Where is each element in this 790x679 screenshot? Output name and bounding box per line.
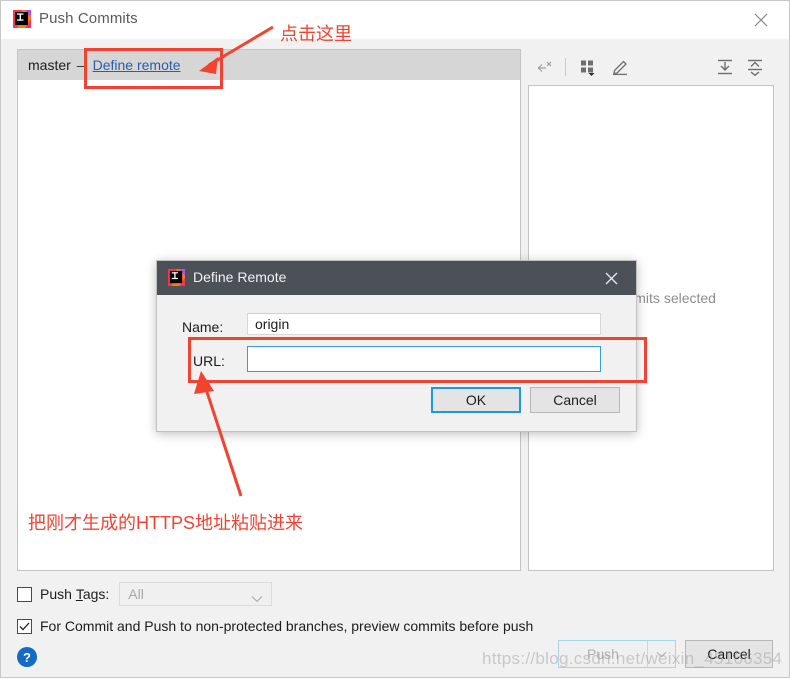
push-commits-window: Push Commits master – Define remote No c… [0,0,790,678]
branch-separator: – [76,57,85,73]
close-icon[interactable] [594,261,628,295]
dialog-cancel-button[interactable]: Cancel [530,387,620,413]
push-tags-row: Push Tags: All [17,582,273,608]
name-input[interactable]: origin [247,313,601,335]
watermark-text: https://blog.csdn.net/weixin_45166354 [482,649,783,668]
define-remote-dialog: Define Remote Name: origin URL: OK Cance… [156,260,637,432]
define-remote-link[interactable]: Define remote [93,57,181,73]
collapse-selection-icon[interactable] [532,55,558,79]
close-icon[interactable] [739,1,783,39]
chevron-down-icon [251,590,263,608]
preview-commits-checkbox[interactable] [17,618,32,634]
intellij-idea-icon [13,10,31,28]
define-remote-body: Name: origin URL: OK Cancel [157,295,636,431]
ok-button[interactable]: OK [431,387,521,413]
define-remote-title: Define Remote [193,269,287,285]
preview-commits-row: For Commit and Push to non-protected bra… [17,615,533,637]
name-field-label: Name: [182,319,224,335]
window-titlebar: Push Commits [1,1,789,39]
define-remote-titlebar: Define Remote [157,261,636,295]
preview-commits-label: For Commit and Push to non-protected bra… [40,618,534,634]
help-button[interactable]: ? [17,647,37,667]
edit-icon[interactable] [608,55,634,79]
branch-name: master [28,57,71,73]
collapse-all-icon[interactable] [742,55,768,79]
expand-all-icon[interactable] [712,55,738,79]
push-tags-checkbox[interactable] [17,586,32,602]
push-tags-select[interactable]: All [119,582,273,608]
branch-row[interactable]: master – Define remote [18,50,520,80]
url-input[interactable] [247,346,601,372]
window-title: Push Commits [39,10,138,27]
url-field-label: URL: [193,353,225,369]
details-toolbar [528,49,774,85]
group-by-icon[interactable] [576,55,602,79]
intellij-idea-icon [168,269,185,286]
push-tags-label: Push Tags: [40,586,110,602]
toolbar-separator [565,58,566,76]
push-tags-selected-value: All [128,586,144,602]
